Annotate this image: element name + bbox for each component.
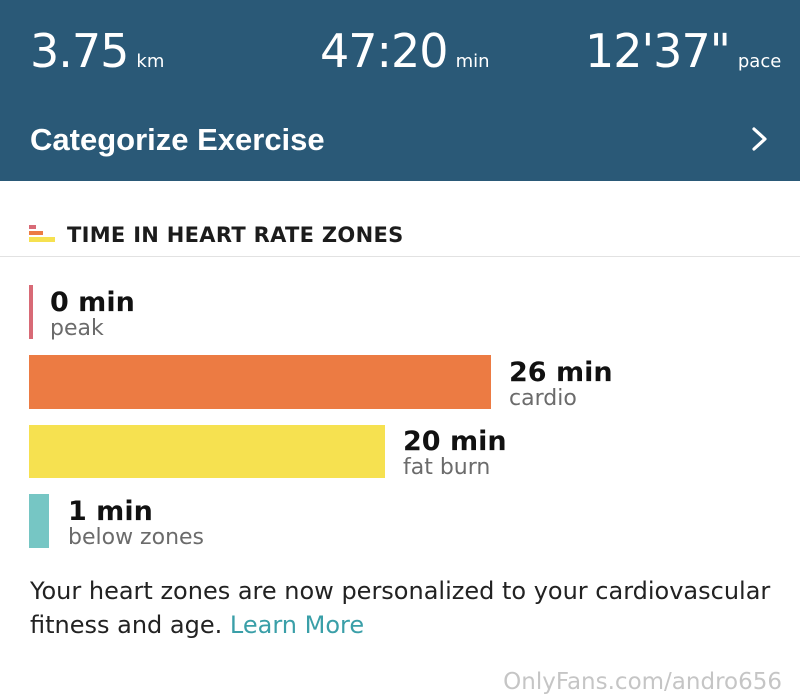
- zone-label-below-zones: below zones: [68, 525, 205, 550]
- zone-value-cardio: 26 min: [509, 357, 613, 388]
- zone-bar-peak: [29, 285, 33, 339]
- zone-value-peak: 0 min: [50, 287, 135, 318]
- chevron-right-icon: [752, 127, 767, 151]
- zone-value-below-zones: 1 min: [68, 496, 153, 527]
- pace-value: 12'37": [585, 24, 731, 78]
- learn-more-link[interactable]: Learn More: [230, 611, 364, 639]
- zone-bar-cardio: [29, 355, 491, 409]
- note-text: Your heart zones are now personalized to…: [30, 577, 771, 639]
- heart-zones-icon: [29, 225, 55, 242]
- personalized-zones-note: Your heart zones are now personalized to…: [30, 574, 790, 642]
- zone-label-cardio: cardio: [509, 386, 577, 411]
- pace-unit: pace: [737, 51, 782, 72]
- duration-stat: 47:20 min: [320, 24, 490, 78]
- distance-unit: km: [136, 51, 165, 72]
- categorize-exercise-label: Categorize Exercise: [30, 122, 325, 157]
- zone-label-peak: peak: [50, 316, 104, 341]
- watermark: OnlyFans.com/andro656: [503, 669, 782, 695]
- distance-stat: 3.75 km: [30, 24, 164, 78]
- heart-rate-zones-header: TIME IN HEART RATE ZONES: [0, 213, 800, 257]
- zone-bar-below-zones: [29, 494, 49, 548]
- duration-value: 47:20: [320, 24, 449, 78]
- distance-value: 3.75: [30, 24, 129, 78]
- zone-label-fat-burn: fat burn: [403, 455, 491, 480]
- duration-unit: min: [455, 51, 490, 72]
- workout-summary-header: 3.75 km 47:20 min 12'37" pace Categorize Ex…: [0, 0, 800, 181]
- pace-stat: 12'37" pace: [585, 24, 781, 78]
- categorize-exercise-button[interactable]: Categorize Exercise: [0, 108, 800, 172]
- zone-bar-fat-burn: [29, 425, 385, 478]
- section-title: TIME IN HEART RATE ZONES: [67, 223, 404, 247]
- zone-value-fat-burn: 20 min: [403, 426, 507, 457]
